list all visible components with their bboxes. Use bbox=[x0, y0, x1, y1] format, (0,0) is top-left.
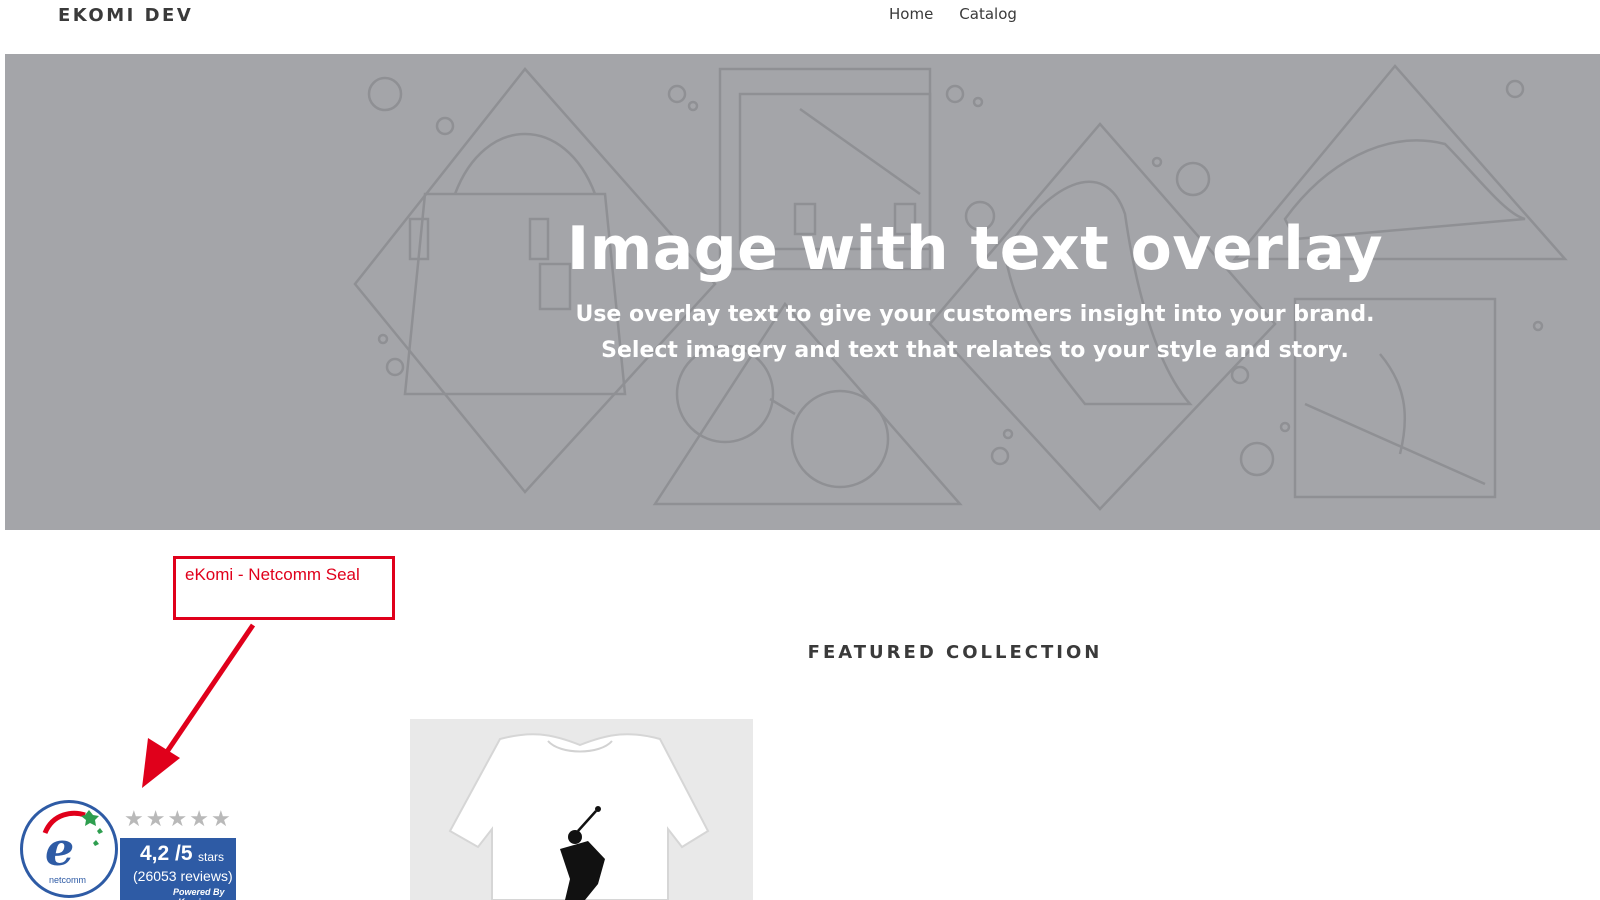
annotation-box: eKomi - Netcomm Seal bbox=[173, 556, 395, 620]
main-nav: Home Catalog bbox=[889, 5, 1017, 23]
star-icon: ★ bbox=[189, 807, 209, 832]
star-icon: ★ bbox=[145, 807, 166, 832]
product-card-tshirt[interactable] bbox=[410, 719, 753, 900]
seal-powered-by: Powered By eKomi bbox=[173, 887, 225, 900]
nav-link-home[interactable]: Home bbox=[889, 5, 933, 23]
hero-subtitle: Use overlay text to give your customers … bbox=[525, 297, 1425, 369]
star-icon: ★ bbox=[124, 807, 144, 832]
ekomi-netcomm-seal[interactable]: ★ ★ ★ ★ ★ 4,2 /5 stars (26053 reviews) P… bbox=[20, 800, 240, 900]
nav-link-catalog[interactable]: Catalog bbox=[959, 5, 1017, 23]
annotation-arrow-icon bbox=[142, 623, 256, 788]
star-icon: ★ bbox=[210, 807, 231, 832]
hero-banner: Image with text overlay Use overlay text… bbox=[5, 54, 1600, 530]
hero-subtitle-line-2: Select imagery and text that relates to … bbox=[601, 338, 1349, 363]
annotation-label: eKomi - Netcomm Seal bbox=[185, 565, 360, 584]
seal-review-count: (26053 reviews) bbox=[133, 868, 233, 884]
hero-subtitle-line-1: Use overlay text to give your customers … bbox=[575, 302, 1375, 327]
featured-collection-title: FEATURED COLLECTION bbox=[807, 642, 1103, 663]
seal-stars-word: stars bbox=[198, 850, 225, 864]
product-image bbox=[448, 733, 710, 900]
hero-text-overlay: Image with text overlay Use overlay text… bbox=[5, 54, 1600, 530]
site-logo[interactable]: EKOMI DEV bbox=[58, 5, 193, 26]
seal-rating-value: 4,2 /5 bbox=[140, 842, 193, 865]
seal-brand-name: netcomm bbox=[49, 875, 87, 885]
svg-text:e: e bbox=[45, 822, 74, 876]
site-header: EKOMI DEV Home Catalog bbox=[0, 0, 1600, 54]
star-icon: ★ bbox=[167, 807, 188, 832]
seal-logo-badge: e netcomm bbox=[20, 800, 118, 898]
hero-title: Image with text overlay bbox=[566, 214, 1384, 284]
seal-rating-panel: 4,2 /5 stars (26053 reviews) Powered By … bbox=[120, 838, 236, 900]
seal-star-rating: ★ ★ ★ ★ ★ bbox=[124, 809, 231, 831]
